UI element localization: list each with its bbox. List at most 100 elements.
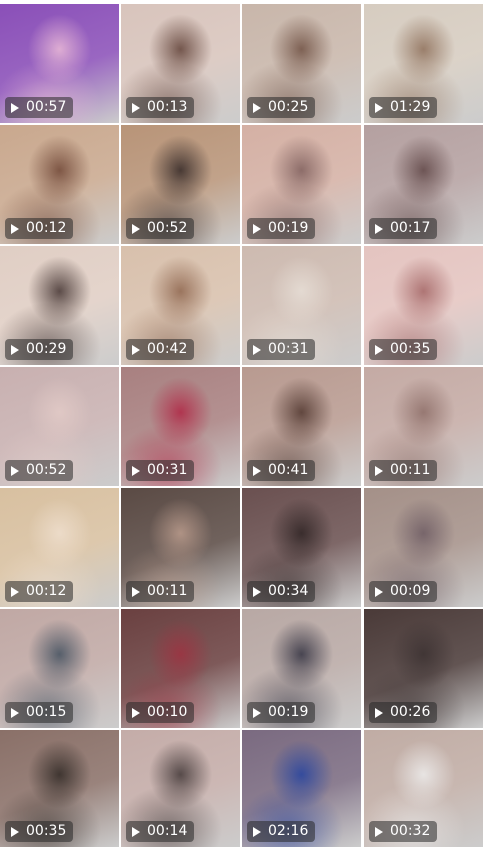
video-tile[interactable]: 02:16 xyxy=(242,730,361,847)
play-icon xyxy=(253,465,261,476)
duration-label: 00:52 xyxy=(147,220,188,236)
duration-label: 00:09 xyxy=(390,583,431,599)
duration-badge: 00:10 xyxy=(126,702,195,723)
duration-label: 00:34 xyxy=(268,583,309,599)
play-icon xyxy=(11,586,19,597)
video-tile[interactable]: 00:09 xyxy=(364,488,483,607)
duration-badge: 00:42 xyxy=(126,339,195,360)
play-icon xyxy=(375,102,383,113)
duration-badge: 00:52 xyxy=(5,460,74,481)
video-tile[interactable]: 00:34 xyxy=(242,488,361,607)
duration-badge: 00:52 xyxy=(126,218,195,239)
duration-label: 00:35 xyxy=(26,823,67,839)
video-tile[interactable]: 00:35 xyxy=(364,246,483,365)
video-tile[interactable]: 00:14 xyxy=(121,730,240,847)
video-tile[interactable]: 00:10 xyxy=(121,609,240,728)
duration-label: 00:52 xyxy=(26,462,67,478)
play-icon xyxy=(375,223,383,234)
duration-badge: 00:12 xyxy=(5,218,74,239)
duration-label: 00:32 xyxy=(390,823,431,839)
video-tile[interactable]: 00:13 xyxy=(121,4,240,123)
play-icon xyxy=(375,707,383,718)
duration-badge: 00:14 xyxy=(126,821,195,842)
play-icon xyxy=(253,102,261,113)
duration-label: 00:11 xyxy=(390,462,431,478)
duration-badge: 00:12 xyxy=(5,581,74,602)
video-tile[interactable]: 00:26 xyxy=(364,609,483,728)
video-tile[interactable]: 01:29 xyxy=(364,4,483,123)
video-tile[interactable]: 00:41 xyxy=(242,367,361,486)
duration-badge: 00:25 xyxy=(247,97,316,118)
duration-badge: 00:35 xyxy=(5,821,74,842)
video-tile[interactable]: 00:11 xyxy=(121,488,240,607)
video-tile[interactable]: 00:42 xyxy=(121,246,240,365)
duration-badge: 00:31 xyxy=(126,460,195,481)
duration-badge: 02:16 xyxy=(247,821,316,842)
play-icon xyxy=(132,223,140,234)
video-tile[interactable]: 00:57 xyxy=(0,4,119,123)
video-grid: 00:57 00:13 00:25 01:29 00:12 00:52 00:19 00:17… xyxy=(0,0,483,847)
video-tile[interactable]: 00:12 xyxy=(0,488,119,607)
duration-badge: 00:11 xyxy=(126,581,195,602)
duration-badge: 00:15 xyxy=(5,702,74,723)
video-tile[interactable]: 00:29 xyxy=(0,246,119,365)
play-icon xyxy=(11,707,19,718)
duration-label: 00:35 xyxy=(390,341,431,357)
duration-label: 00:10 xyxy=(147,704,188,720)
video-tile[interactable]: 00:35 xyxy=(0,730,119,847)
duration-label: 00:31 xyxy=(147,462,188,478)
play-icon xyxy=(375,586,383,597)
play-icon xyxy=(11,465,19,476)
duration-label: 00:19 xyxy=(268,220,309,236)
play-icon xyxy=(253,707,261,718)
play-icon xyxy=(132,102,140,113)
play-icon xyxy=(132,707,140,718)
duration-label: 00:25 xyxy=(268,99,309,115)
video-tile[interactable]: 00:15 xyxy=(0,609,119,728)
play-icon xyxy=(132,586,140,597)
duration-badge: 00:41 xyxy=(247,460,316,481)
duration-label: 00:13 xyxy=(147,99,188,115)
duration-label: 00:57 xyxy=(26,99,67,115)
play-icon xyxy=(132,826,140,837)
duration-badge: 00:57 xyxy=(5,97,74,118)
video-tile[interactable]: 00:52 xyxy=(0,367,119,486)
duration-label: 00:31 xyxy=(268,341,309,357)
video-tile[interactable]: 00:31 xyxy=(242,246,361,365)
duration-label: 00:26 xyxy=(390,704,431,720)
duration-badge: 00:31 xyxy=(247,339,316,360)
video-tile[interactable]: 00:19 xyxy=(242,125,361,244)
video-tile[interactable]: 00:31 xyxy=(121,367,240,486)
play-icon xyxy=(375,465,383,476)
duration-badge: 00:29 xyxy=(5,339,74,360)
duration-badge: 00:17 xyxy=(369,218,438,239)
duration-label: 00:14 xyxy=(147,823,188,839)
duration-label: 00:12 xyxy=(26,583,67,599)
play-icon xyxy=(375,826,383,837)
duration-badge: 00:13 xyxy=(126,97,195,118)
video-tile[interactable]: 00:11 xyxy=(364,367,483,486)
video-tile[interactable]: 00:52 xyxy=(121,125,240,244)
play-icon xyxy=(253,344,261,355)
video-tile[interactable]: 00:17 xyxy=(364,125,483,244)
duration-label: 00:15 xyxy=(26,704,67,720)
play-icon xyxy=(375,344,383,355)
play-icon xyxy=(132,465,140,476)
play-icon xyxy=(253,223,261,234)
duration-badge: 00:32 xyxy=(369,821,438,842)
play-icon xyxy=(11,102,19,113)
play-icon xyxy=(11,223,19,234)
video-tile[interactable]: 00:12 xyxy=(0,125,119,244)
duration-badge: 00:34 xyxy=(247,581,316,602)
duration-badge: 00:09 xyxy=(369,581,438,602)
duration-badge: 00:19 xyxy=(247,702,316,723)
duration-label: 00:19 xyxy=(268,704,309,720)
video-tile[interactable]: 00:25 xyxy=(242,4,361,123)
duration-badge: 00:19 xyxy=(247,218,316,239)
duration-label: 02:16 xyxy=(268,823,309,839)
play-icon xyxy=(253,586,261,597)
video-tile[interactable]: 00:19 xyxy=(242,609,361,728)
video-tile[interactable]: 00:32 xyxy=(364,730,483,847)
duration-label: 00:17 xyxy=(390,220,431,236)
play-icon xyxy=(132,344,140,355)
